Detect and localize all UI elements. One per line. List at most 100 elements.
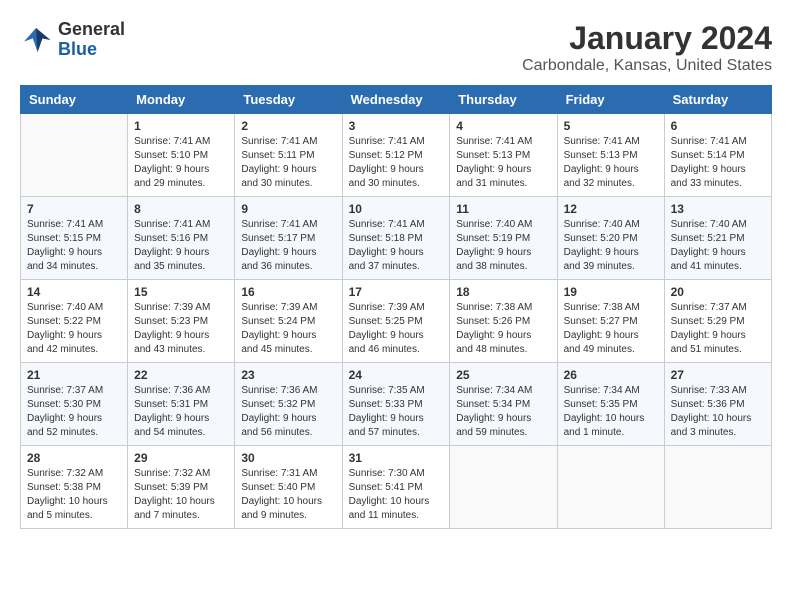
calendar-cell: 3 Sunrise: 7:41 AM Sunset: 5:12 PM Daylig… xyxy=(342,114,450,197)
col-wednesday: Wednesday xyxy=(342,86,450,114)
day-info: Sunrise: 7:41 AM Sunset: 5:17 PM Dayligh… xyxy=(241,218,335,274)
calendar-cell: 22 Sunrise: 7:36 AM Sunset: 5:31 PM Dayli… xyxy=(128,363,235,446)
day-info: Sunrise: 7:36 AM Sunset: 5:32 PM Dayligh… xyxy=(241,384,335,440)
day-info: Sunrise: 7:41 AM Sunset: 5:14 PM Dayligh… xyxy=(671,135,765,191)
calendar-cell: 10 Sunrise: 7:41 AM Sunset: 5:18 PM Dayli… xyxy=(342,197,450,280)
day-number: 1 xyxy=(134,119,228,133)
calendar-header-row: Sunday Monday Tuesday Wednesday Thursday… xyxy=(21,86,772,114)
day-number: 13 xyxy=(671,202,765,216)
calendar-cell: 28 Sunrise: 7:32 AM Sunset: 5:38 PM Dayli… xyxy=(21,446,128,529)
calendar-cell: 20 Sunrise: 7:37 AM Sunset: 5:29 PM Dayli… xyxy=(664,280,771,363)
day-info: Sunrise: 7:38 AM Sunset: 5:26 PM Dayligh… xyxy=(456,301,550,357)
calendar-week-row: 28 Sunrise: 7:32 AM Sunset: 5:38 PM Dayli… xyxy=(21,446,772,529)
page-subtitle: Carbondale, Kansas, United States xyxy=(522,57,772,75)
day-number: 22 xyxy=(134,368,228,382)
day-number: 15 xyxy=(134,285,228,299)
calendar-cell xyxy=(557,446,664,529)
day-number: 10 xyxy=(349,202,444,216)
col-friday: Friday xyxy=(557,86,664,114)
day-info: Sunrise: 7:41 AM Sunset: 5:12 PM Dayligh… xyxy=(349,135,444,191)
calendar-cell: 21 Sunrise: 7:37 AM Sunset: 5:30 PM Dayli… xyxy=(21,363,128,446)
day-number: 21 xyxy=(27,368,121,382)
day-info: Sunrise: 7:40 AM Sunset: 5:19 PM Dayligh… xyxy=(456,218,550,274)
title-block: January 2024 Carbondale, Kansas, United … xyxy=(522,20,772,75)
calendar-cell: 26Sunrise: 7:34 AM Sunset: 5:35 PM Dayli… xyxy=(557,363,664,446)
calendar-cell: 16Sunrise: 7:39 AM Sunset: 5:24 PM Dayli… xyxy=(235,280,342,363)
day-number: 8 xyxy=(134,202,228,216)
day-info: Sunrise: 7:36 AM Sunset: 5:31 PM Dayligh… xyxy=(134,384,228,440)
day-info: Sunrise: 7:40 AM Sunset: 5:21 PM Dayligh… xyxy=(671,218,765,274)
day-info: Sunrise: 7:30 AM Sunset: 5:41 PM Dayligh… xyxy=(349,467,444,523)
logo-icon xyxy=(20,24,52,56)
day-info: Sunrise: 7:37 AM Sunset: 5:30 PM Dayligh… xyxy=(27,384,121,440)
day-info: Sunrise: 7:41 AM Sunset: 5:15 PM Dayligh… xyxy=(27,218,121,274)
calendar-cell: 1Sunrise: 7:41 AM Sunset: 5:10 PM Daylig… xyxy=(128,114,235,197)
day-info: Sunrise: 7:40 AM Sunset: 5:22 PM Dayligh… xyxy=(27,301,121,357)
day-number: 28 xyxy=(27,451,121,465)
day-info: Sunrise: 7:41 AM Sunset: 5:16 PM Dayligh… xyxy=(134,218,228,274)
col-monday: Monday xyxy=(128,86,235,114)
logo: General Blue xyxy=(20,20,125,60)
day-number: 17 xyxy=(349,285,444,299)
day-number: 2 xyxy=(241,119,335,133)
calendar-cell: 14 Sunrise: 7:40 AM Sunset: 5:22 PM Dayli… xyxy=(21,280,128,363)
calendar-cell: 29 Sunrise: 7:32 AM Sunset: 5:39 PM Dayli… xyxy=(128,446,235,529)
day-number: 12 xyxy=(564,202,658,216)
day-number: 3 xyxy=(349,119,444,133)
calendar-table: Sunday Monday Tuesday Wednesday Thursday… xyxy=(20,85,772,529)
calendar-cell: 13 Sunrise: 7:40 AM Sunset: 5:21 PM Dayli… xyxy=(664,197,771,280)
calendar-week-row: 21 Sunrise: 7:37 AM Sunset: 5:30 PM Dayli… xyxy=(21,363,772,446)
calendar-cell: 18 Sunrise: 7:38 AM Sunset: 5:26 PM Dayli… xyxy=(450,280,557,363)
day-info: Sunrise: 7:39 AM Sunset: 5:25 PM Dayligh… xyxy=(349,301,444,357)
day-number: 18 xyxy=(456,285,550,299)
day-info: Sunrise: 7:41 AM Sunset: 5:13 PM Dayligh… xyxy=(564,135,658,191)
day-number: 7 xyxy=(27,202,121,216)
calendar-cell: 6 Sunrise: 7:41 AM Sunset: 5:14 PM Daylig… xyxy=(664,114,771,197)
day-number: 29 xyxy=(134,451,228,465)
calendar-cell: 8 Sunrise: 7:41 AM Sunset: 5:16 PM Daylig… xyxy=(128,197,235,280)
calendar-cell: 24 Sunrise: 7:35 AM Sunset: 5:33 PM Dayli… xyxy=(342,363,450,446)
day-number: 27 xyxy=(671,368,765,382)
calendar-cell: 31 Sunrise: 7:30 AM Sunset: 5:41 PM Dayli… xyxy=(342,446,450,529)
day-number: 23 xyxy=(241,368,335,382)
page-title: January 2024 xyxy=(522,20,772,57)
day-info: Sunrise: 7:37 AM Sunset: 5:29 PM Dayligh… xyxy=(671,301,765,357)
day-number: 16 xyxy=(241,285,335,299)
day-number: 9 xyxy=(241,202,335,216)
col-thursday: Thursday xyxy=(450,86,557,114)
day-info: Sunrise: 7:41 AM Sunset: 5:18 PM Dayligh… xyxy=(349,218,444,274)
day-info: Sunrise: 7:34 AM Sunset: 5:34 PM Dayligh… xyxy=(456,384,550,440)
day-number: 25 xyxy=(456,368,550,382)
calendar-cell: 5Sunrise: 7:41 AM Sunset: 5:13 PM Daylig… xyxy=(557,114,664,197)
day-info: Sunrise: 7:41 AM Sunset: 5:13 PM Dayligh… xyxy=(456,135,550,191)
calendar-cell: 17 Sunrise: 7:39 AM Sunset: 5:25 PM Dayli… xyxy=(342,280,450,363)
day-number: 24 xyxy=(349,368,444,382)
col-saturday: Saturday xyxy=(664,86,771,114)
day-number: 11 xyxy=(456,202,550,216)
day-info: Sunrise: 7:38 AM Sunset: 5:27 PM Dayligh… xyxy=(564,301,658,357)
col-sunday: Sunday xyxy=(21,86,128,114)
day-number: 20 xyxy=(671,285,765,299)
calendar-cell: 19 Sunrise: 7:38 AM Sunset: 5:27 PM Dayli… xyxy=(557,280,664,363)
day-info: Sunrise: 7:31 AM Sunset: 5:40 PM Dayligh… xyxy=(241,467,335,523)
day-number: 6 xyxy=(671,119,765,133)
day-info: Sunrise: 7:35 AM Sunset: 5:33 PM Dayligh… xyxy=(349,384,444,440)
calendar-cell: 11 Sunrise: 7:40 AM Sunset: 5:19 PM Dayli… xyxy=(450,197,557,280)
day-info: Sunrise: 7:32 AM Sunset: 5:39 PM Dayligh… xyxy=(134,467,228,523)
calendar-cell: 2 Sunrise: 7:41 AM Sunset: 5:11 PM Daylig… xyxy=(235,114,342,197)
day-number: 14 xyxy=(27,285,121,299)
calendar-cell: 12Sunrise: 7:40 AM Sunset: 5:20 PM Dayli… xyxy=(557,197,664,280)
calendar-week-row: 14 Sunrise: 7:40 AM Sunset: 5:22 PM Dayli… xyxy=(21,280,772,363)
day-info: Sunrise: 7:33 AM Sunset: 5:36 PM Dayligh… xyxy=(671,384,765,440)
day-number: 19 xyxy=(564,285,658,299)
page-header: General Blue January 2024 Carbondale, Ka… xyxy=(20,20,772,75)
day-number: 4 xyxy=(456,119,550,133)
calendar-week-row: 1Sunrise: 7:41 AM Sunset: 5:10 PM Daylig… xyxy=(21,114,772,197)
day-info: Sunrise: 7:32 AM Sunset: 5:38 PM Dayligh… xyxy=(27,467,121,523)
col-tuesday: Tuesday xyxy=(235,86,342,114)
calendar-cell xyxy=(21,114,128,197)
day-info: Sunrise: 7:41 AM Sunset: 5:11 PM Dayligh… xyxy=(241,135,335,191)
day-number: 30 xyxy=(241,451,335,465)
day-info: Sunrise: 7:34 AM Sunset: 5:35 PM Dayligh… xyxy=(564,384,658,440)
day-number: 31 xyxy=(349,451,444,465)
